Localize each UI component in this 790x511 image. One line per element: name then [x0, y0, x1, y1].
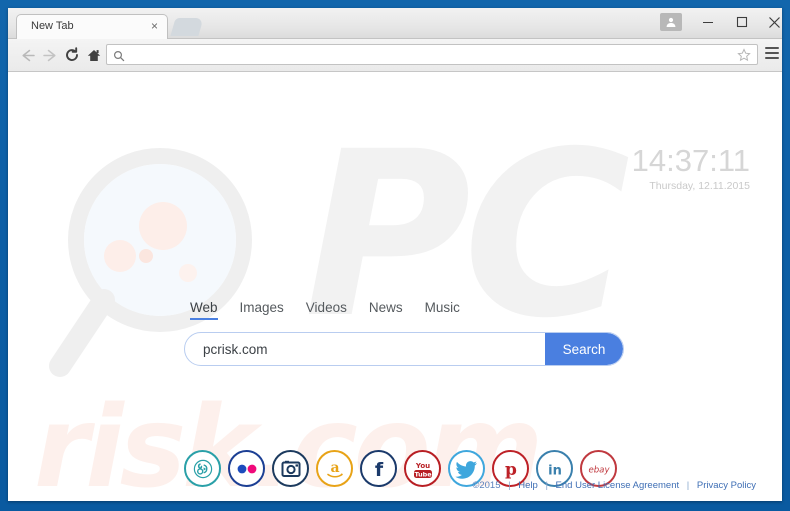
- tab-title: New Tab: [31, 20, 74, 32]
- search-bar: Search: [184, 332, 624, 366]
- browser-window: New Tab × PC risk.com 14:37:11 Thursday,…: [8, 8, 782, 501]
- search-button[interactable]: Search: [545, 333, 623, 365]
- browser-toolbar: [8, 39, 782, 72]
- tab-images[interactable]: Images: [240, 300, 284, 320]
- home-icon[interactable]: [84, 45, 104, 65]
- footer-separator-1: |: [508, 480, 511, 491]
- tab-music[interactable]: Music: [425, 300, 460, 320]
- footer-privacy-link[interactable]: Privacy Policy: [697, 480, 756, 491]
- clock-date: Thursday, 12.11.2015: [649, 180, 750, 192]
- star-icon[interactable]: [737, 48, 751, 67]
- browser-tab[interactable]: New Tab ×: [16, 14, 168, 39]
- person-icon[interactable]: [660, 13, 682, 31]
- tab-strip: New Tab ×: [8, 8, 782, 39]
- maximize-button[interactable]: [728, 12, 756, 32]
- amazon-icon[interactable]: a: [316, 450, 353, 487]
- clock-widget: 14:37:11 Thursday, 12.11.2015: [631, 143, 750, 193]
- tab-videos[interactable]: Videos: [306, 300, 347, 320]
- new-tab-button[interactable]: [170, 18, 204, 36]
- svg-text:f: f: [374, 459, 383, 480]
- svg-text:in: in: [548, 463, 562, 478]
- address-bar[interactable]: [106, 44, 758, 65]
- facebook-icon[interactable]: f: [360, 450, 397, 487]
- instagram-icon[interactable]: [272, 450, 309, 487]
- footer-separator-3: |: [686, 480, 690, 491]
- footer-separator-2: |: [545, 480, 548, 491]
- minimize-button[interactable]: [694, 12, 722, 32]
- svg-text:a: a: [330, 460, 339, 476]
- svg-text:Tube: Tube: [414, 470, 432, 478]
- search-module: Web Images Videos News Music Search: [184, 300, 624, 366]
- flickr-icon[interactable]: [228, 450, 265, 487]
- search-category-tabs: Web Images Videos News Music: [184, 300, 624, 320]
- svg-text:p: p: [505, 460, 517, 480]
- search-icon: [113, 49, 125, 67]
- new-tab-page: PC risk.com 14:37:11 Thursday, 12.11.201…: [8, 72, 782, 501]
- browser-window-frame: New Tab × PC risk.com 14:37:11 Thursday,…: [0, 0, 790, 511]
- close-window-button[interactable]: [760, 12, 782, 32]
- footer-copyright: ©2015: [472, 480, 501, 491]
- clock-time: 14:37:11: [631, 143, 750, 178]
- svg-text:ebay: ebay: [588, 465, 610, 475]
- footer-eula-link[interactable]: End User License Agreement: [556, 480, 680, 491]
- music-play-icon[interactable]: [184, 450, 221, 487]
- tab-news[interactable]: News: [369, 300, 403, 320]
- tab-web[interactable]: Web: [190, 300, 218, 320]
- tab-close-icon[interactable]: ×: [151, 19, 158, 33]
- footer: ©2015 | Help | End User License Agreemen…: [472, 480, 756, 491]
- hamburger-menu-icon[interactable]: [765, 47, 779, 61]
- footer-help-link[interactable]: Help: [518, 480, 538, 491]
- search-input[interactable]: [185, 333, 545, 365]
- forward-arrow-icon[interactable]: [39, 45, 59, 65]
- back-arrow-icon[interactable]: [18, 45, 38, 65]
- svg-text:You: You: [414, 462, 429, 470]
- address-bar-input[interactable]: [131, 48, 705, 62]
- reload-icon[interactable]: [62, 45, 82, 65]
- youtube-icon[interactable]: You Tube: [404, 450, 441, 487]
